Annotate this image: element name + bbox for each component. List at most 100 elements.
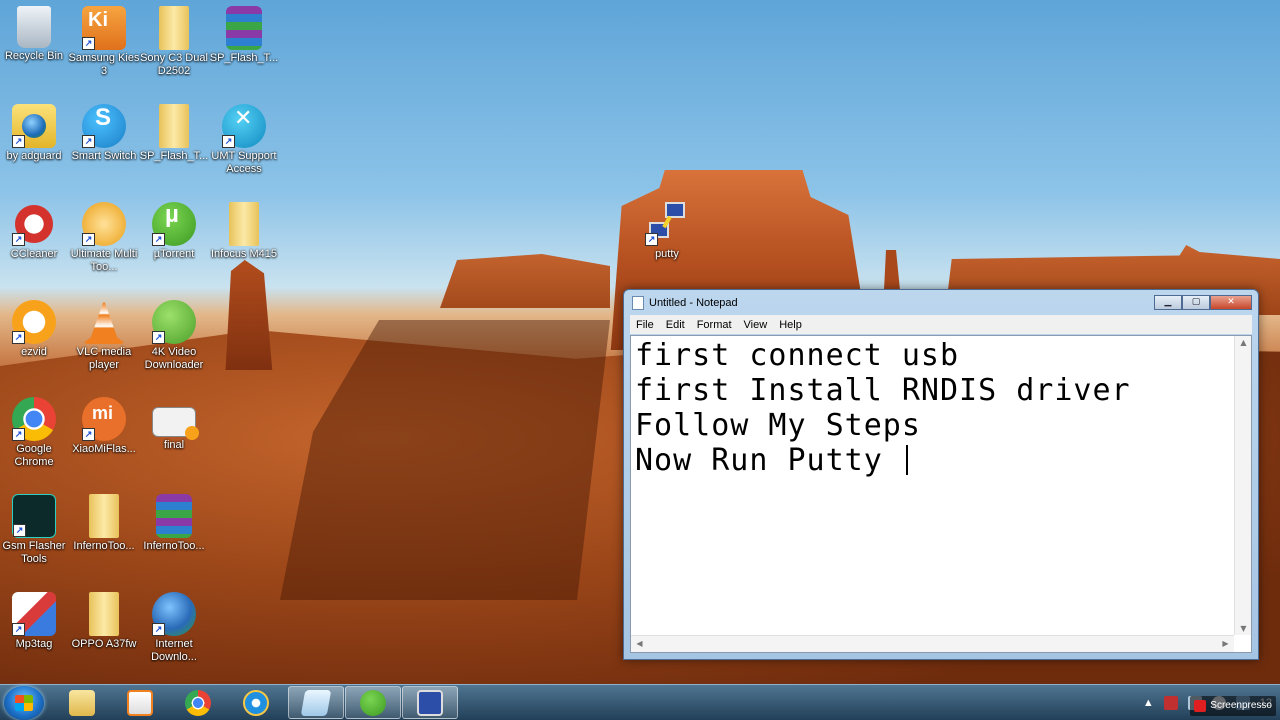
folder-icon [159, 104, 189, 148]
taskbar-button-media-player[interactable] [112, 686, 168, 719]
network-error-icon[interactable] [1163, 696, 1178, 710]
editor-text: first connect usb first Install RNDIS dr… [635, 338, 1131, 478]
desktop-icon-samsung-kies[interactable]: Ki ↗ Samsung Kies 3 [68, 6, 140, 78]
desktop-icon-sp-flash-folder[interactable]: SP_Flash_T... [138, 104, 210, 163]
show-hidden-icons-icon[interactable]: ▲ [1143, 697, 1154, 709]
mp3tag-icon: ↗ [12, 592, 56, 636]
multi-tool-icon: ↗ [82, 202, 126, 246]
menu-file[interactable]: File [630, 319, 660, 331]
utorrent-icon [360, 689, 386, 716]
taskbar-button-notepad[interactable] [288, 686, 344, 719]
menu-bar: File Edit Format View Help [630, 315, 1252, 334]
window-title: Untitled - Notepad [649, 297, 738, 309]
desktop-icon-ultimate-multi-tool[interactable]: ↗ Ultimate Multi Too... [68, 202, 140, 274]
desktop-icon-google-chrome[interactable]: ↗ Google Chrome [0, 397, 70, 469]
vlc-icon [82, 300, 126, 344]
text-line: first connect usb [635, 338, 960, 373]
gsm-flasher-icon: ↗ [12, 494, 56, 538]
desktop-icon-oppo-a37fw[interactable]: OPPO A37fw [68, 592, 140, 651]
horizontal-scrollbar[interactable]: ◀ ▶ [631, 635, 1234, 652]
close-button[interactable]: ✕ [1210, 295, 1252, 310]
desktop-icon-sony-c3-folder[interactable]: Sony C3 Dual D2502 [138, 6, 210, 78]
menu-view[interactable]: View [738, 319, 774, 331]
desktop-icon-utorrent[interactable]: µ ↗ µTorrent [138, 202, 210, 261]
tools-icon: ✕ ↗ [222, 104, 266, 148]
folder-icon [89, 592, 119, 636]
smart-switch-icon: S ↗ [82, 104, 126, 148]
desktop-icon-final[interactable]: final [138, 397, 210, 452]
chrome-icon [185, 689, 211, 716]
desktop-icon-4k-video-downloader[interactable]: ↗ 4K Video Downloader [138, 300, 210, 372]
scroll-right-arrow-icon[interactable]: ▶ [1217, 639, 1234, 648]
desktop-icon-gsm-flasher-tools[interactable]: ↗ Gsm Flasher Tools [0, 494, 70, 566]
desktop-icon-recycle-bin[interactable]: Recycle Bin [0, 6, 70, 63]
taskbar-button-utorrent[interactable] [345, 686, 401, 719]
ezvid-icon: ↗ [12, 300, 56, 344]
ccleaner-icon: ↗ [12, 202, 56, 246]
menu-format[interactable]: Format [691, 319, 738, 331]
text-line: Now Run Putty [635, 443, 902, 478]
winrar-archive-icon [156, 494, 192, 538]
scroll-up-arrow-icon[interactable]: ▲ [1235, 338, 1252, 347]
internet-explorer-icon [243, 689, 269, 716]
internet-download-manager-icon: ↗ [152, 592, 196, 636]
recycle-bin-icon [17, 6, 51, 48]
screenpresso-watermark: Screenpresso [1190, 696, 1276, 716]
menu-edit[interactable]: Edit [660, 319, 691, 331]
desktop-icon-smart-switch[interactable]: S ↗ Smart Switch [68, 104, 140, 163]
notepad-icon [300, 689, 332, 716]
desktop-icon-putty[interactable]: ↗ putty [631, 202, 703, 261]
wallpaper-spire [884, 250, 900, 290]
start-button[interactable] [4, 686, 44, 720]
notepad-window[interactable]: Untitled - Notepad ▁ ▢ ✕ File Edit Forma… [623, 289, 1259, 660]
putty-icon [417, 689, 443, 716]
desktop-icon-vlc[interactable]: VLC media player [68, 300, 140, 372]
utorrent-icon: µ ↗ [152, 202, 196, 246]
text-line: first Install RNDIS driver [635, 373, 1131, 408]
desktop-icon-sp-flash-archive[interactable]: SP_Flash_T... [208, 6, 280, 65]
minimize-button[interactable]: ▁ [1154, 295, 1182, 310]
menu-help[interactable]: Help [773, 319, 808, 331]
taskbar-button-explorer[interactable] [54, 686, 110, 719]
folder-icon [159, 6, 189, 50]
text-line: Follow My Steps [635, 408, 921, 443]
text-caret [905, 445, 908, 475]
taskbar-button-internet-explorer[interactable] [228, 686, 284, 719]
desktop-icon-by-adguard[interactable]: ↗ by adguard [0, 104, 70, 163]
maximize-button[interactable]: ▢ [1182, 295, 1210, 310]
notepad-icon [632, 296, 644, 310]
window-controls: ▁ ▢ ✕ [1154, 295, 1252, 310]
desktop-icon-internet-download-manager[interactable]: ↗ Internet Downlo... [138, 592, 210, 664]
media-player-icon [127, 689, 153, 716]
scroll-down-arrow-icon[interactable]: ▼ [1235, 624, 1252, 633]
taskbar: ▲ 12 [0, 684, 1280, 720]
folder-icon [89, 494, 119, 538]
desktop-icon-ezvid[interactable]: ↗ ezvid [0, 300, 70, 359]
windows-explorer-icon [69, 689, 95, 716]
windows-logo-icon [15, 695, 33, 711]
desktop-icon-infernotool-folder[interactable]: InfernoToo... [68, 494, 140, 553]
samsung-kies-icon: Ki ↗ [82, 6, 126, 50]
desktop-icon-ccleaner[interactable]: ↗ CCleaner [0, 202, 70, 261]
globe-document-icon: ↗ [12, 104, 56, 148]
wallpaper-butte [225, 260, 273, 370]
wallpaper-mesa [440, 254, 610, 308]
text-editor[interactable]: first connect usb first Install RNDIS dr… [630, 335, 1252, 653]
video-file-icon [152, 407, 199, 440]
vertical-scrollbar[interactable]: ▲ ▼ [1234, 336, 1251, 635]
folder-icon [229, 202, 259, 246]
desktop-icon-infocus-m415[interactable]: Infocus M415 [208, 202, 280, 261]
chrome-icon: ↗ [12, 397, 56, 441]
desktop-icon-infernotool-archive[interactable]: InfernoToo... [138, 494, 210, 553]
scroll-left-arrow-icon[interactable]: ◀ [631, 639, 648, 648]
window-title-bar[interactable]: Untitled - Notepad [632, 296, 738, 310]
taskbar-button-chrome[interactable] [170, 686, 226, 719]
video-downloader-icon: ↗ [152, 300, 196, 344]
putty-icon: ↗ [645, 202, 689, 246]
desktop-icon-xiaomiflash[interactable]: mi ↗ XiaoMiFlas... [68, 397, 140, 456]
desktop-icon-umt-support-access[interactable]: ✕ ↗ UMT Support Access [208, 104, 280, 176]
xiaomi-flash-icon: mi ↗ [82, 397, 126, 441]
taskbar-button-putty[interactable] [402, 686, 458, 719]
winrar-archive-icon [226, 6, 262, 50]
desktop-icon-mp3tag[interactable]: ↗ Mp3tag [0, 592, 70, 651]
